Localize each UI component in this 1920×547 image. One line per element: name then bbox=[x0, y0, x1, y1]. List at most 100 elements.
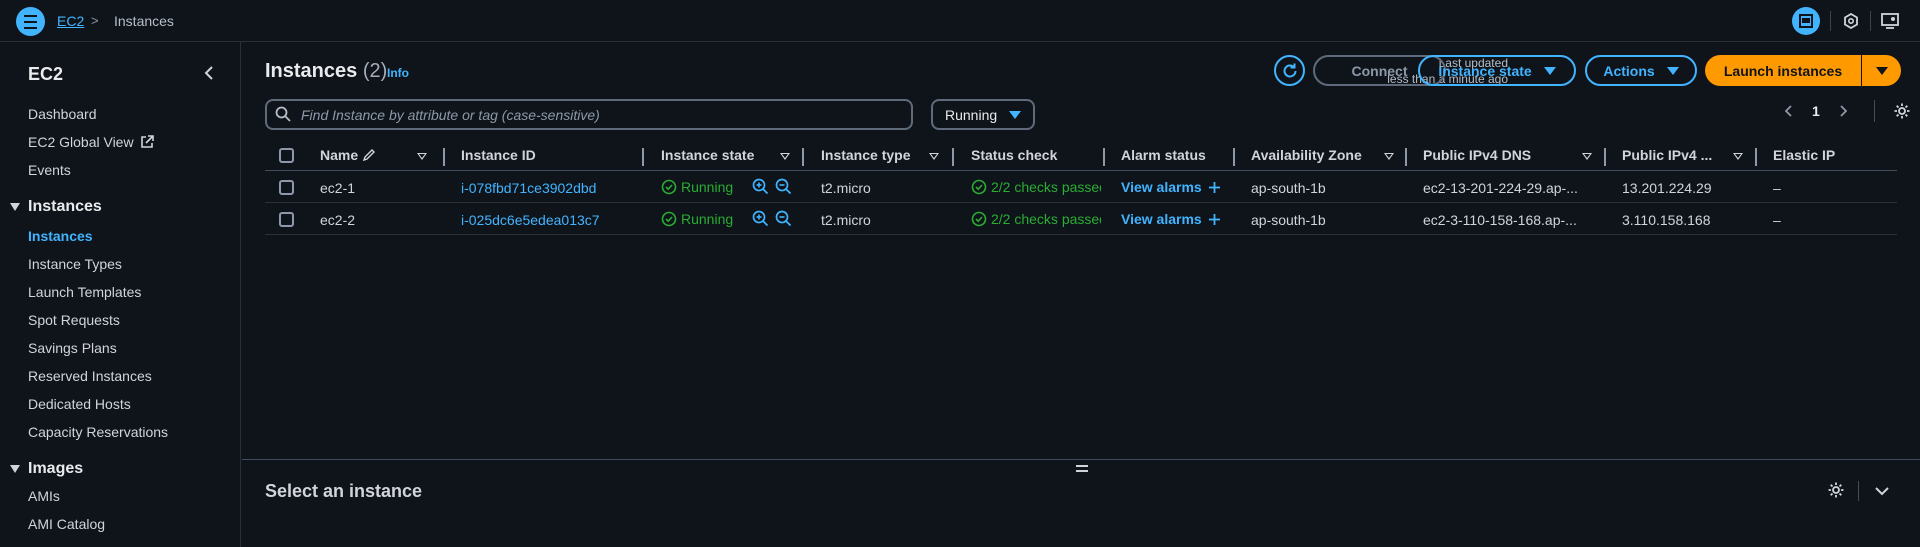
check-circle-icon bbox=[661, 211, 677, 227]
cell-availability-zone: ap-south-1b bbox=[1251, 212, 1326, 228]
instance-count: (2) bbox=[362, 60, 388, 82]
launch-instances-button[interactable]: Launch instances bbox=[1705, 55, 1861, 86]
chevron-left-icon[interactable] bbox=[202, 65, 218, 81]
feedback-icon[interactable] bbox=[1879, 10, 1901, 32]
page-title-text: Instances bbox=[265, 60, 358, 82]
zoom-out-icon[interactable] bbox=[775, 178, 792, 195]
instance-state-button[interactable]: Instance state bbox=[1418, 55, 1576, 86]
column-header-alarm-status[interactable]: Alarm status bbox=[1121, 147, 1206, 163]
actions-label: Actions bbox=[1603, 62, 1655, 79]
sidebar-section-instances[interactable]: Instances bbox=[10, 198, 102, 216]
table-row[interactable]: ec2-1 i-078fbd71ce3902dbd Running t2.mic… bbox=[265, 171, 1897, 203]
table-row[interactable]: ec2-2 i-025dc6e5edea013c7 Running t2.mic… bbox=[265, 203, 1897, 235]
sort-icon[interactable] bbox=[780, 153, 790, 160]
top-divider bbox=[1870, 11, 1871, 31]
alarm-label: View alarms bbox=[1121, 179, 1202, 195]
state-label: Running bbox=[681, 179, 734, 195]
column-header-instance-type[interactable]: Instance type bbox=[821, 147, 910, 163]
info-link[interactable]: Info bbox=[387, 66, 409, 80]
column-divider[interactable] bbox=[802, 148, 804, 166]
sidebar-item-dedicated-hosts[interactable]: Dedicated Hosts bbox=[28, 396, 131, 412]
column-header-elastic-ip[interactable]: Elastic IP bbox=[1773, 147, 1835, 163]
panel-icon[interactable] bbox=[1792, 7, 1820, 35]
hexagon-settings-icon[interactable] bbox=[1840, 10, 1862, 32]
resize-handle-icon[interactable] bbox=[1076, 465, 1088, 475]
column-divider[interactable] bbox=[1604, 148, 1606, 166]
select-all-checkbox[interactable] bbox=[279, 148, 294, 163]
table-header: Name Instance ID Instance state Instance… bbox=[265, 141, 1897, 171]
column-divider[interactable] bbox=[1755, 148, 1757, 166]
zoom-in-icon[interactable] bbox=[752, 210, 769, 227]
column-header-instance-id[interactable]: Instance ID bbox=[461, 147, 536, 163]
state-filter-select[interactable]: Running bbox=[931, 99, 1035, 130]
view-alarms-link[interactable]: View alarms bbox=[1121, 179, 1221, 195]
sort-icon[interactable] bbox=[1733, 153, 1743, 160]
check-circle-icon bbox=[661, 179, 677, 195]
gear-icon[interactable] bbox=[1893, 102, 1911, 120]
sort-icon[interactable] bbox=[1582, 153, 1592, 160]
sidebar-section-images[interactable]: Images bbox=[10, 460, 83, 478]
column-divider[interactable] bbox=[1103, 148, 1105, 166]
chevron-down-icon[interactable] bbox=[1874, 483, 1890, 499]
search-input[interactable]: Find Instance by attribute or tag (case-… bbox=[265, 99, 913, 130]
sort-icon[interactable] bbox=[1384, 153, 1394, 160]
sidebar-item-ami-catalog[interactable]: AMI Catalog bbox=[28, 516, 105, 532]
split-panel-divider bbox=[242, 459, 1920, 460]
sidebar-item-instance-types[interactable]: Instance Types bbox=[28, 256, 122, 272]
sidebar-item-capacity-reservations[interactable]: Capacity Reservations bbox=[28, 424, 168, 440]
actions-button[interactable]: Actions bbox=[1585, 55, 1697, 86]
sort-icon[interactable] bbox=[417, 153, 427, 160]
column-divider[interactable] bbox=[1405, 148, 1407, 166]
refresh-button[interactable] bbox=[1274, 55, 1305, 86]
gear-icon[interactable] bbox=[1827, 481, 1845, 499]
alarm-label: View alarms bbox=[1121, 211, 1202, 227]
plus-icon[interactable] bbox=[1208, 181, 1221, 194]
plus-icon[interactable] bbox=[1208, 213, 1221, 226]
row-checkbox[interactable] bbox=[279, 180, 294, 195]
cell-public-dns: ec2-13-201-224-29.ap-... bbox=[1423, 180, 1578, 196]
chevron-left-icon[interactable] bbox=[1782, 104, 1796, 118]
zoom-in-icon[interactable] bbox=[752, 178, 769, 195]
column-divider[interactable] bbox=[952, 148, 954, 166]
sidebar-item-instances[interactable]: Instances bbox=[28, 228, 93, 244]
instances-table: Name Instance ID Instance state Instance… bbox=[265, 141, 1897, 235]
breadcrumb-ec2-link[interactable]: EC2 bbox=[57, 13, 84, 29]
menu-icon[interactable] bbox=[16, 7, 45, 36]
cell-instance-id[interactable]: i-078fbd71ce3902dbd bbox=[461, 180, 596, 196]
caret-down-icon bbox=[1009, 110, 1022, 119]
cell-instance-state: Running bbox=[661, 211, 733, 227]
column-header-instance-state[interactable]: Instance state bbox=[661, 147, 754, 163]
column-header-name[interactable]: Name bbox=[320, 147, 376, 163]
column-divider[interactable] bbox=[443, 148, 445, 166]
sidebar-item-events[interactable]: Events bbox=[28, 162, 71, 178]
column-divider[interactable] bbox=[1233, 148, 1235, 166]
zoom-out-icon[interactable] bbox=[775, 210, 792, 227]
chevron-right-icon[interactable] bbox=[1836, 104, 1850, 118]
sidebar-item-label: EC2 Global View bbox=[28, 134, 134, 150]
cell-instance-id[interactable]: i-025dc6e5edea013c7 bbox=[461, 212, 600, 228]
page-number[interactable]: 1 bbox=[1812, 103, 1820, 119]
sidebar-item-launch-templates[interactable]: Launch Templates bbox=[28, 284, 141, 300]
launch-dropdown-button[interactable] bbox=[1862, 55, 1901, 86]
column-header-public-dns[interactable]: Public IPv4 DNS bbox=[1423, 147, 1531, 163]
column-header-availability-zone[interactable]: Availability Zone bbox=[1251, 147, 1362, 163]
top-navigation-bar: EC2 > Instances bbox=[0, 0, 1920, 42]
sidebar-item-savings-plans[interactable]: Savings Plans bbox=[28, 340, 117, 356]
pager-divider bbox=[1873, 100, 1875, 122]
check-circle-icon bbox=[971, 179, 987, 195]
cell-public-ip: 13.201.224.29 bbox=[1622, 180, 1712, 196]
state-label: Running bbox=[681, 211, 734, 227]
cell-instance-state: Running bbox=[661, 179, 733, 195]
sidebar-item-global-view[interactable]: EC2 Global View bbox=[28, 134, 154, 150]
sidebar-item-spot-requests[interactable]: Spot Requests bbox=[28, 312, 120, 328]
column-divider[interactable] bbox=[642, 148, 644, 166]
sort-icon[interactable] bbox=[929, 153, 939, 160]
sidebar-item-dashboard[interactable]: Dashboard bbox=[28, 106, 97, 122]
sidebar-item-amis[interactable]: AMIs bbox=[28, 488, 60, 504]
column-header-status-check[interactable]: Status check bbox=[971, 147, 1057, 163]
sidebar-item-reserved-instances[interactable]: Reserved Instances bbox=[28, 368, 152, 384]
column-header-public-ipv4[interactable]: Public IPv4 ... bbox=[1622, 147, 1712, 163]
cell-public-ip: 3.110.158.168 bbox=[1622, 212, 1711, 228]
row-checkbox[interactable] bbox=[279, 212, 294, 227]
view-alarms-link[interactable]: View alarms bbox=[1121, 211, 1221, 227]
